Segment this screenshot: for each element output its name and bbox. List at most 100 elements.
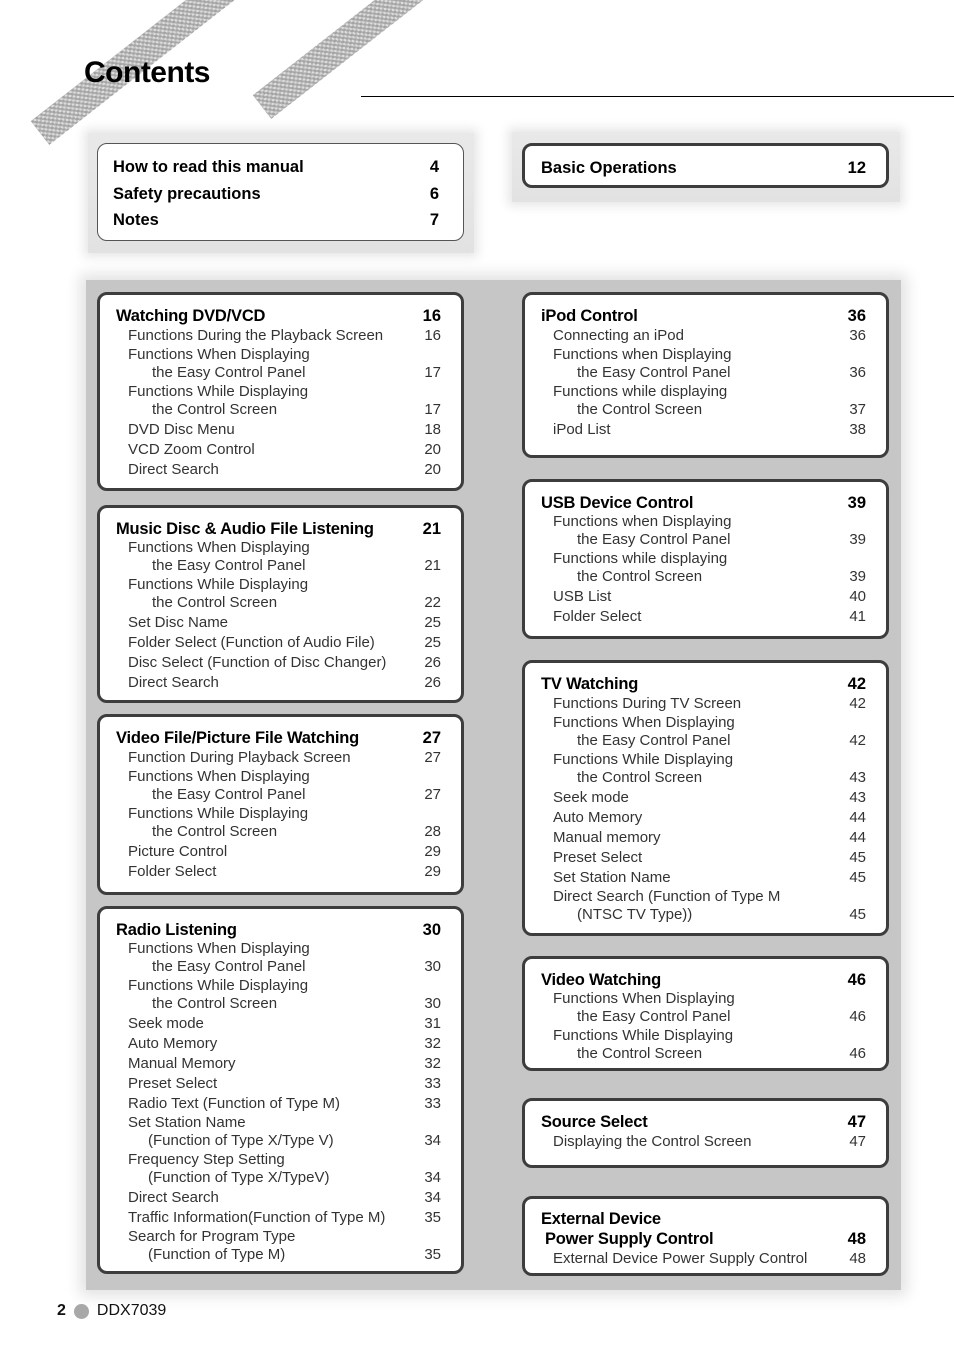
toc-entry[interactable]: Functions While Displaying xyxy=(116,576,441,593)
toc-entry[interactable]: the Easy Control Panel 27 xyxy=(116,785,441,805)
toc-entry[interactable]: the Easy Control Panel 21 xyxy=(116,556,441,576)
toc-entry[interactable]: the Control Screen 43 xyxy=(541,768,866,788)
toc-entry[interactable]: Seek mode 31 xyxy=(116,1014,441,1034)
toc-entry[interactable]: VCD Zoom Control 20 xyxy=(116,440,441,460)
toc-entry[interactable]: Disc Select (Function of Disc Changer) 26 xyxy=(116,653,441,673)
toc-entry[interactable]: Functions when Displaying xyxy=(541,346,866,363)
section-heading[interactable]: TV Watching 42 xyxy=(541,674,866,694)
toc-entry[interactable]: Auto Memory 44 xyxy=(541,808,866,828)
toc-entry[interactable]: Functions While Displaying xyxy=(116,977,441,994)
toc-entry[interactable]: the Easy Control Panel 36 xyxy=(541,363,866,383)
toc-entry[interactable]: the Control Screen 46 xyxy=(541,1044,866,1064)
toc-entry[interactable]: Function During Playback Screen 27 xyxy=(116,748,441,768)
toc-entry[interactable]: Manual Memory 32 xyxy=(116,1054,441,1074)
section-heading[interactable]: USB Device Control 39 xyxy=(541,493,866,513)
section-source-select: Source Select 47 Displaying the Control S… xyxy=(522,1098,889,1168)
toc-entry[interactable]: Functions When Displaying xyxy=(116,539,441,556)
toc-entry[interactable]: Direct Search 20 xyxy=(116,460,441,480)
toc-entry[interactable]: External Device Power Supply Control 48 xyxy=(541,1249,866,1269)
section-heading[interactable]: Music Disc & Audio File Listening 21 xyxy=(116,519,441,539)
toc-entry[interactable]: the Easy Control Panel 39 xyxy=(541,530,866,550)
section-tv: TV Watching 42 Functions During TV Screen… xyxy=(522,660,889,936)
toc-entry[interactable]: Manual memory 44 xyxy=(541,828,866,848)
toc-entry[interactable]: Functions While Displaying xyxy=(116,383,441,400)
section-heading-line1[interactable]: External Device xyxy=(541,1209,866,1229)
intro-toc-box: How to read this manual 4 Safety precauti… xyxy=(97,143,464,241)
toc-entry[interactable]: the Control Screen 39 xyxy=(541,567,866,587)
page-title: Contents xyxy=(84,56,211,89)
toc-entry[interactable]: Displaying the Control Screen 47 xyxy=(541,1132,866,1152)
toc-entry[interactable]: How to read this manual 4 xyxy=(113,154,439,181)
toc-entry[interactable]: Basic Operations 12 xyxy=(541,155,866,182)
toc-entry[interactable]: Functions During TV Screen 42 xyxy=(541,694,866,714)
section-heading[interactable]: Video File/Picture File Watching 27 xyxy=(116,728,441,748)
section-usb: USB Device Control 39 Functions when Disp… xyxy=(522,479,889,639)
toc-entry[interactable]: Preset Select 45 xyxy=(541,848,866,868)
toc-entry[interactable]: Direct Search 34 xyxy=(116,1188,441,1208)
toc-entry[interactable]: (Function of Type X/Type V) 34 xyxy=(116,1131,441,1151)
section-heading[interactable]: Watching DVD/VCD 16 xyxy=(116,306,441,326)
toc-entry[interactable]: Functions while displaying xyxy=(541,550,866,567)
toc-entry[interactable]: the Control Screen 22 xyxy=(116,593,441,613)
toc-entry[interactable]: Set Station Name xyxy=(116,1114,441,1131)
bullet-dot-icon xyxy=(73,1303,89,1319)
section-heading[interactable]: iPod Control 36 xyxy=(541,306,866,326)
toc-entry[interactable]: Notes 7 xyxy=(113,207,439,234)
toc-entry[interactable]: Traffic Information(Function of Type M) 3… xyxy=(116,1208,441,1228)
toc-entry[interactable]: Safety precautions 6 xyxy=(113,181,439,208)
section-external-device: External Device Power Supply Control 48 E… xyxy=(522,1196,889,1276)
toc-entry[interactable]: Radio Text (Function of Type M) 33 xyxy=(116,1094,441,1114)
toc-entry[interactable]: the Control Screen 30 xyxy=(116,994,441,1014)
toc-entry[interactable]: Folder Select 41 xyxy=(541,607,866,627)
section-video-file: Video File/Picture File Watching 27 Funct… xyxy=(97,714,464,895)
toc-entry[interactable]: the Easy Control Panel 17 xyxy=(116,363,441,383)
toc-entry[interactable]: Set Disc Name 25 xyxy=(116,613,441,633)
page-footer: 2 DDX7039 xyxy=(57,1302,166,1320)
toc-entry[interactable]: (Function of Type X/TypeV) 34 xyxy=(116,1168,441,1188)
toc-entry[interactable]: iPod List 38 xyxy=(541,420,866,440)
toc-entry[interactable]: Functions while displaying xyxy=(541,383,866,400)
toc-entry[interactable]: the Control Screen 37 xyxy=(541,400,866,420)
toc-entry[interactable]: Folder Select 29 xyxy=(116,862,441,882)
section-music-disc: Music Disc & Audio File Listening 21 Func… xyxy=(97,505,464,703)
toc-entry[interactable]: Functions While Displaying xyxy=(541,1027,866,1044)
section-radio: Radio Listening 30 Functions When Display… xyxy=(97,906,464,1274)
toc-entry[interactable]: the Easy Control Panel 30 xyxy=(116,957,441,977)
toc-entry[interactable]: Functions During the Playback Screen 16 xyxy=(116,326,441,346)
toc-entry[interactable]: Functions When Displaying xyxy=(541,990,866,1007)
toc-entry[interactable]: Preset Select 33 xyxy=(116,1074,441,1094)
section-ipod: iPod Control 36 Connecting an iPod 36 Func… xyxy=(522,292,889,458)
toc-entry[interactable]: the Easy Control Panel 42 xyxy=(541,731,866,751)
toc-entry[interactable]: Functions When Displaying xyxy=(116,346,441,363)
toc-entry[interactable]: the Control Screen 17 xyxy=(116,400,441,420)
toc-entry[interactable]: (Function of Type M) 35 xyxy=(116,1245,441,1265)
section-heading[interactable]: Radio Listening 30 xyxy=(116,920,441,940)
toc-entry[interactable]: the Easy Control Panel 46 xyxy=(541,1007,866,1027)
toc-entry[interactable]: Functions While Displaying xyxy=(116,805,441,822)
toc-entry[interactable]: Functions when Displaying xyxy=(541,513,866,530)
toc-entry[interactable]: Folder Select (Function of Audio File) 25 xyxy=(116,633,441,653)
toc-entry[interactable]: Seek mode 43 xyxy=(541,788,866,808)
toc-entry[interactable]: Functions When Displaying xyxy=(116,940,441,957)
toc-entry[interactable]: Functions While Displaying xyxy=(541,751,866,768)
toc-entry[interactable]: (NTSC TV Type)) 45 xyxy=(541,905,866,925)
toc-entry[interactable]: Picture Control 29 xyxy=(116,842,441,862)
toc-entry[interactable]: Direct Search (Function of Type M xyxy=(541,888,866,905)
section-heading[interactable]: Power Supply Control 48 xyxy=(541,1229,866,1249)
toc-entry[interactable]: USB List 40 xyxy=(541,587,866,607)
toc-entry[interactable]: Direct Search 26 xyxy=(116,673,441,693)
page-number: 2 xyxy=(57,1302,66,1319)
toc-entry[interactable]: DVD Disc Menu 18 xyxy=(116,420,441,440)
section-heading[interactable]: Source Select 47 xyxy=(541,1112,866,1132)
toc-entry[interactable]: Connecting an iPod 36 xyxy=(541,326,866,346)
section-heading[interactable]: Video Watching 46 xyxy=(541,970,866,990)
toc-entry[interactable]: Functions When Displaying xyxy=(116,768,441,785)
toc-entry[interactable]: Search for Program Type xyxy=(116,1228,441,1245)
toc-entry[interactable]: Auto Memory 32 xyxy=(116,1034,441,1054)
model-name: DDX7039 xyxy=(96,1302,167,1319)
toc-entry[interactable]: Functions When Displaying xyxy=(541,714,866,731)
toc-entry[interactable]: the Control Screen 28 xyxy=(116,822,441,842)
section-video-watching: Video Watching 46 Functions When Displayi… xyxy=(522,956,889,1071)
toc-entry[interactable]: Set Station Name 45 xyxy=(541,868,866,888)
toc-entry[interactable]: Frequency Step Setting xyxy=(116,1151,441,1168)
